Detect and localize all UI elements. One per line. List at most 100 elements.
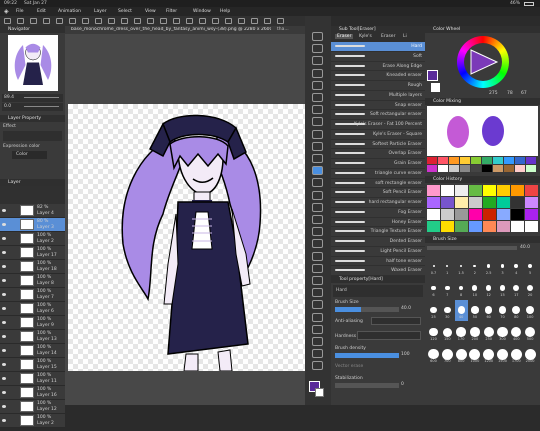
transform-icon[interactable] (312, 300, 323, 310)
layer-row[interactable]: 100 % Layer 11 (0, 372, 65, 386)
color-wheel-header[interactable]: Color Wheel (425, 26, 540, 33)
text-icon[interactable] (312, 251, 323, 261)
color-set-swatch[interactable] (449, 157, 459, 164)
history-swatch[interactable] (469, 209, 482, 220)
layer-row[interactable]: 100 % Layer 14 (0, 344, 65, 358)
subtool-tab[interactable]: Eraser (379, 34, 397, 39)
subtool-item[interactable]: hard rectangular eraser (331, 198, 425, 208)
eye-icon[interactable] (2, 377, 6, 380)
eye-icon[interactable] (2, 279, 6, 282)
pencil-icon[interactable] (312, 117, 323, 127)
brush-size-preset[interactable]: 1200 (482, 344, 495, 365)
expression-color-select[interactable]: Color (12, 151, 47, 159)
subtool-item[interactable]: Hard (331, 42, 425, 52)
menu-icon[interactable] (312, 361, 323, 371)
history-swatch[interactable] (455, 209, 468, 220)
eye-icon[interactable] (2, 237, 6, 240)
history-swatch[interactable] (455, 221, 468, 232)
layer-row[interactable]: 100 % Layer 2 (0, 414, 65, 428)
brush-size-preset[interactable]: 400 (510, 322, 523, 343)
eye-icon[interactable] (2, 293, 6, 296)
app-logo-icon[interactable]: ◈ (4, 8, 9, 15)
toolbar-command-icon[interactable] (186, 18, 193, 24)
toolbar-command-icon[interactable] (69, 18, 76, 24)
layer-row[interactable]: 100 % Layer 18 (0, 260, 65, 274)
brush-size-preset[interactable]: 7 (441, 278, 454, 299)
layer-row[interactable]: 100 % Layer 17 (0, 246, 65, 260)
toolbar-command-icon[interactable] (121, 18, 128, 24)
layer-icon[interactable] (312, 349, 323, 359)
layer-row[interactable]: 100 % Layer 16 (0, 386, 65, 400)
drawing-canvas[interactable] (68, 104, 305, 371)
color-set-swatch[interactable] (471, 165, 481, 172)
toolbar-command-icon[interactable] (30, 18, 37, 24)
menu-item-window[interactable]: Window (193, 9, 211, 14)
brush-size-preset[interactable]: 250 (482, 322, 495, 343)
toolbar-command-icon[interactable] (17, 18, 24, 24)
mixing-canvas[interactable] (427, 106, 538, 156)
color-icon[interactable] (312, 337, 323, 346)
toolbar-command-icon[interactable] (56, 18, 63, 24)
eye-icon[interactable] (2, 349, 6, 352)
blend-icon[interactable] (312, 178, 323, 188)
color-set-swatch[interactable] (482, 157, 492, 164)
brush-size-preset[interactable]: 1 (441, 256, 454, 277)
subtool-item[interactable]: Dented Eraser (331, 237, 425, 247)
subtool-item[interactable]: Erase Along Edge (331, 61, 425, 72)
color-set-swatch[interactable] (515, 157, 525, 164)
toolbar-command-icon[interactable] (147, 18, 154, 24)
history-swatch[interactable] (497, 197, 510, 208)
toolbar-command-icon[interactable] (43, 18, 50, 24)
history-swatch[interactable] (427, 209, 440, 220)
menu-item-layer[interactable]: Layer (94, 9, 107, 14)
eye-icon[interactable] (2, 251, 6, 254)
move-icon[interactable] (312, 56, 323, 66)
brush-size-preset[interactable]: 5 (524, 256, 537, 277)
brush-size-value[interactable]: 40.0 (401, 306, 411, 311)
layer-row[interactable]: 100 % Layer 7 (0, 288, 65, 302)
subtool-item[interactable]: Honey Eraser (331, 217, 425, 228)
brush-size-preset[interactable]: 700 (441, 344, 454, 365)
color-set-swatch[interactable] (493, 165, 503, 172)
brush-size-preset[interactable]: 1000 (468, 344, 481, 365)
brush-size-preset[interactable]: 17 (510, 278, 523, 299)
subtool-tab[interactable]: Eraser (335, 34, 354, 39)
operation-icon[interactable] (312, 288, 323, 298)
brush-size-preset[interactable]: 2000 (524, 344, 537, 365)
zoom-slider[interactable] (24, 97, 59, 98)
history-swatch[interactable] (441, 221, 454, 232)
history-swatch[interactable] (497, 209, 510, 220)
brush-size-preset[interactable]: 10 (468, 278, 481, 299)
menu-item-help[interactable]: Help (220, 9, 230, 14)
history-swatch[interactable] (427, 221, 440, 232)
toolbar-command-icon[interactable] (160, 18, 167, 24)
color-set-swatch[interactable] (526, 157, 536, 164)
toolbar-command-icon[interactable] (225, 18, 232, 24)
history-swatch[interactable] (483, 185, 496, 196)
redo-icon[interactable] (312, 324, 323, 334)
brush-size-header[interactable]: Brush Size (425, 236, 540, 243)
history-swatch[interactable] (483, 221, 496, 232)
anti-aliasing-selector[interactable] (371, 317, 421, 325)
layer-row[interactable]: 100 % Layer 8 (0, 274, 65, 288)
brush-density-value[interactable]: 100 (401, 352, 410, 357)
toolbar-command-icon[interactable] (277, 18, 284, 24)
toolbar-command-icon[interactable] (95, 18, 102, 24)
menu-item-file[interactable]: File (16, 9, 24, 14)
toolbar-command-icon[interactable] (251, 18, 258, 24)
brush-size-slider[interactable] (335, 307, 399, 312)
subtool-item[interactable]: Rough (331, 81, 425, 91)
select-icon[interactable] (312, 68, 323, 78)
ruler-icon[interactable] (312, 276, 323, 285)
menu-item-filter[interactable]: Filter (166, 9, 177, 14)
history-swatch[interactable] (441, 185, 454, 196)
brush-size-preset[interactable]: 25 (427, 300, 440, 321)
subtool-item[interactable]: Soft (331, 51, 425, 62)
airbrush-icon[interactable] (312, 141, 323, 151)
subtool-item[interactable]: Softest Particle Eraser (331, 139, 425, 150)
brush-size-preset[interactable]: 30 (441, 300, 454, 321)
lasso-icon[interactable] (312, 80, 323, 90)
subtool-item[interactable]: Soft rectangular eraser (331, 110, 425, 120)
toolbar-command-icon[interactable] (212, 18, 219, 24)
brush-size-preset[interactable]: 12 (482, 278, 495, 299)
